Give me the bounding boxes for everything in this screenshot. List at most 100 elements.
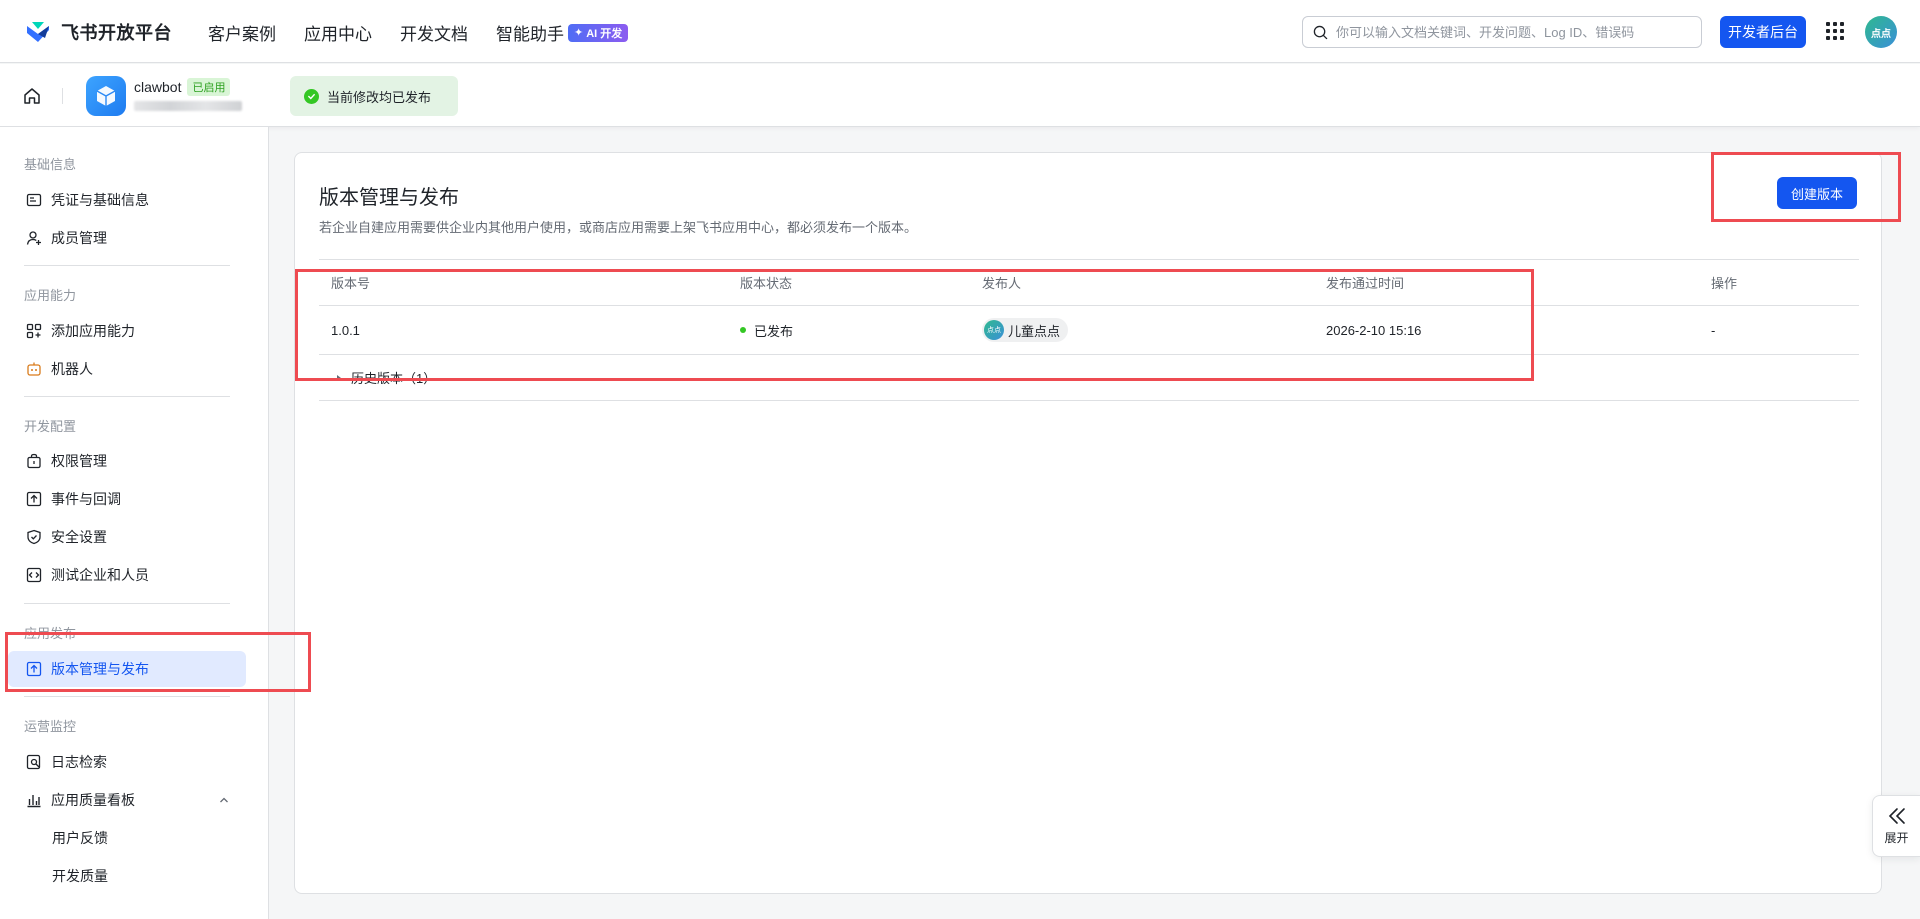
sidebar-item-label: 用户反馈 [52, 830, 108, 846]
search-icon [1313, 25, 1328, 39]
sidebar-item-credentials[interactable]: 凭证与基础信息 [8, 182, 246, 218]
ai-dev-badge-label: AI 开发 [586, 27, 623, 40]
publisher-name: 儿童点点 [1008, 323, 1061, 339]
app-grid-icon[interactable] [1826, 22, 1844, 40]
nav-smart-assistant[interactable]: 智能助手 ✦ AI 开发 [496, 20, 629, 45]
nav-smart-assistant-label: 智能助手 [496, 25, 564, 44]
search-box[interactable] [1302, 16, 1702, 48]
sparkle-icon: ✦ [574, 27, 584, 39]
table-header: 版本号 版本状态 发布人 发布通过时间 操作 [319, 259, 1859, 306]
sidebar-item-label: 版本管理与发布 [51, 661, 149, 677]
sidebar-item-label: 应用质量看板 [51, 792, 135, 808]
version-table: 版本号 版本状态 发布人 发布通过时间 操作 1.0.1 已发布 点点 儿童点点… [319, 259, 1859, 401]
app-name-row: clawbot 已启用 [134, 78, 231, 96]
top-nav: 客户案例 应用中心 开发文档 智能助手 ✦ AI 开发 [208, 20, 629, 45]
column-header-publisher: 发布人 [982, 276, 1022, 291]
publisher-avatar: 点点 [984, 320, 1004, 340]
sidebar-group-monitoring: 运营监控 [24, 719, 77, 734]
app-cube-icon [86, 76, 126, 116]
nav-app-center[interactable]: 应用中心 [304, 20, 372, 45]
column-header-status: 版本状态 [740, 276, 793, 291]
sidebar-item-label: 成员管理 [51, 230, 107, 246]
publisher: 点点 儿童点点 [982, 306, 1069, 354]
sidebar-item-label: 测试企业和人员 [51, 567, 149, 583]
publish-status-chip: 当前修改均已发布 [290, 76, 458, 116]
user-add-icon [25, 230, 42, 247]
sidebar-group-basic: 基础信息 [24, 157, 77, 172]
version-number: 1.0.1 [331, 322, 360, 338]
sidebar-item-user-feedback[interactable]: 用户反馈 [8, 820, 246, 856]
sidebar-item-events[interactable]: 事件与回调 [8, 481, 246, 517]
developer-console-button[interactable]: 开发者后台 [1720, 16, 1806, 48]
top-navigation-bar: 飞书开放平台 客户案例 应用中心 开发文档 智能助手 ✦ AI 开发 开发者后台… [0, 0, 1920, 63]
sidebar-item-label: 机器人 [51, 361, 93, 377]
column-header-time: 发布通过时间 [1326, 276, 1405, 291]
sidebar-item-label: 安全设置 [51, 529, 107, 545]
sidebar-item-members[interactable]: 成员管理 [8, 220, 246, 256]
sidebar-item-label: 添加应用能力 [51, 323, 135, 339]
version-status: 已发布 [740, 306, 793, 354]
app-id-redacted [134, 101, 242, 111]
sidebar-item-label: 开发质量 [52, 868, 108, 884]
expand-panel-tab[interactable]: 展开 [1872, 795, 1920, 857]
history-versions-label: 历史版本（1） [351, 371, 437, 386]
sidebar: 基础信息 凭证与基础信息 成员管理 应用能力 添加应用能力 机器人 开发配置 权… [0, 127, 269, 919]
brand-name: 飞书开放平台 [61, 23, 172, 43]
page-description: 若企业自建应用需要供企业内其他用户使用，或商店应用需要上架飞书应用中心，都必须发… [319, 220, 918, 235]
sidebar-item-dev-quality[interactable]: 开发质量 [8, 858, 246, 894]
divider [62, 88, 63, 104]
row-action: - [1711, 322, 1716, 338]
column-header-action: 操作 [1711, 276, 1738, 291]
double-chevron-left-icon [1888, 807, 1905, 824]
sidebar-item-label: 日志检索 [51, 754, 107, 770]
id-card-icon [25, 192, 42, 209]
sidebar-item-add-capability[interactable]: 添加应用能力 [8, 313, 246, 349]
sidebar-item-permissions[interactable]: 权限管理 [8, 443, 246, 479]
check-circle-icon [304, 88, 319, 104]
create-version-button[interactable]: 创建版本 [1777, 177, 1857, 209]
page-title: 版本管理与发布 [319, 187, 459, 209]
home-icon[interactable] [22, 86, 42, 106]
sidebar-item-quality-dashboard[interactable]: 应用质量看板 [8, 782, 246, 818]
feishu-logo-icon [27, 22, 49, 42]
nav-customer-cases[interactable]: 客户案例 [208, 20, 276, 45]
sidebar-item-log-search[interactable]: 日志检索 [8, 744, 246, 780]
nav-dev-docs[interactable]: 开发文档 [400, 20, 468, 45]
publisher-chip[interactable]: 点点 儿童点点 [982, 318, 1069, 342]
event-icon [25, 491, 42, 508]
code-icon [25, 567, 42, 584]
apps-add-icon [25, 323, 42, 340]
version-status-label: 已发布 [754, 323, 794, 339]
app-status-badge: 已启用 [187, 78, 231, 96]
chevron-up-icon[interactable] [218, 794, 230, 806]
sidebar-item-label: 权限管理 [51, 453, 107, 469]
bar-chart-icon [25, 792, 42, 809]
status-dot-icon [740, 327, 746, 333]
sidebar-group-dev-config: 开发配置 [24, 419, 77, 434]
history-versions-row: 历史版本（1） [319, 355, 1859, 401]
sidebar-item-security[interactable]: 安全设置 [8, 519, 246, 555]
lock-bag-icon [25, 453, 42, 470]
brand[interactable]: 飞书开放平台 [25, 19, 172, 45]
version-management-card: 版本管理与发布 若企业自建应用需要供企业内其他用户使用，或商店应用需要上架飞书应… [294, 152, 1882, 894]
search-input[interactable] [1336, 24, 1686, 40]
column-header-version: 版本号 [331, 276, 371, 291]
publish-status-text: 当前修改均已发布 [327, 89, 432, 105]
sidebar-item-test-tenants[interactable]: 测试企业和人员 [8, 557, 246, 593]
sidebar-divider [24, 603, 230, 604]
sidebar-item-version-release[interactable]: 版本管理与发布 [8, 651, 246, 687]
sidebar-group-release: 应用发布 [24, 626, 77, 641]
sidebar-divider [24, 696, 230, 697]
ai-dev-badge: ✦ AI 开发 [568, 23, 629, 42]
user-avatar[interactable]: 点点 [1865, 16, 1897, 48]
robot-icon [25, 361, 42, 378]
sidebar-item-robot[interactable]: 机器人 [8, 351, 246, 387]
sidebar-item-label: 凭证与基础信息 [51, 192, 149, 208]
history-versions-toggle[interactable]: 历史版本（1） [335, 355, 436, 400]
shield-icon [25, 529, 42, 546]
publish-time: 2026-2-10 15:16 [1326, 322, 1422, 338]
sidebar-divider [24, 396, 230, 397]
upload-icon [25, 661, 42, 678]
expand-panel-label: 展开 [1884, 830, 1909, 845]
sidebar-item-label: 事件与回调 [51, 491, 121, 507]
